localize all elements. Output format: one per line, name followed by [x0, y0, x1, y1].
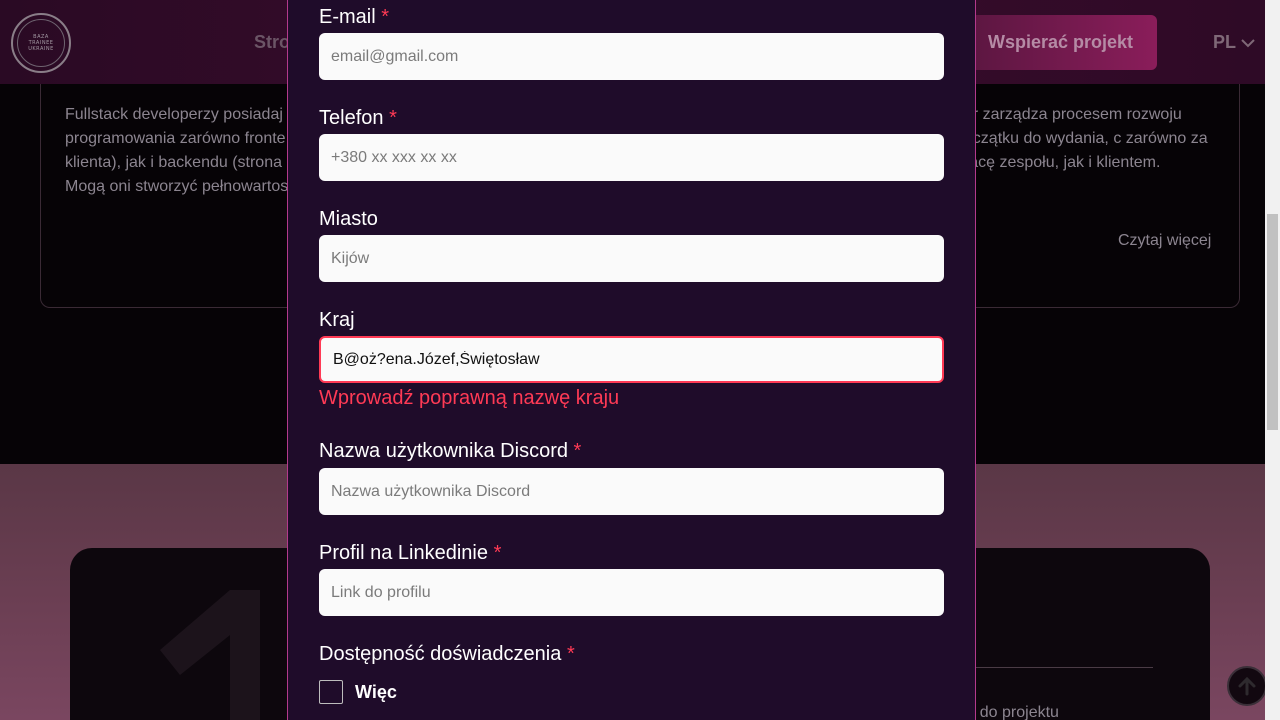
phone-label: Telefon *	[319, 107, 397, 130]
linkedin-label-text: Profil na Linkedinie	[319, 542, 488, 564]
required-asterisk: *	[566, 643, 575, 665]
country-label-text: Kraj	[319, 309, 355, 331]
required-asterisk: *	[389, 107, 397, 129]
city-label: Miasto	[319, 208, 378, 231]
discord-label: Nazwa użytkownika Discord *	[319, 440, 581, 463]
discord-username-field[interactable]	[319, 468, 944, 515]
scrollbar-thumb[interactable]	[1267, 214, 1278, 430]
linkedin-label: Profil na Linkedinie *	[319, 542, 501, 565]
city-label-text: Miasto	[319, 208, 378, 230]
discord-label-text: Nazwa użytkownika Discord	[319, 440, 568, 462]
email-label-text: E-mail	[319, 6, 376, 28]
email-field[interactable]	[319, 33, 944, 80]
city-field[interactable]	[319, 235, 944, 282]
phone-field[interactable]	[319, 134, 944, 181]
experience-checkbox[interactable]	[319, 680, 343, 704]
phone-label-text: Telefon	[319, 107, 384, 129]
required-asterisk: *	[381, 6, 390, 28]
experience-label: Dostępność doświadczenia *	[319, 643, 575, 666]
linkedin-profile-field[interactable]	[319, 569, 944, 616]
experience-label-text: Dostępność doświadczenia	[319, 643, 562, 665]
email-label: E-mail *	[319, 6, 389, 29]
country-label: Kraj	[319, 309, 355, 332]
experience-option-label[interactable]: Więc	[355, 682, 397, 703]
country-field[interactable]	[319, 336, 944, 383]
country-error-message: Wprowadź poprawną nazwę kraju	[319, 387, 620, 409]
required-asterisk: *	[493, 542, 502, 564]
required-asterisk: *	[573, 440, 582, 462]
